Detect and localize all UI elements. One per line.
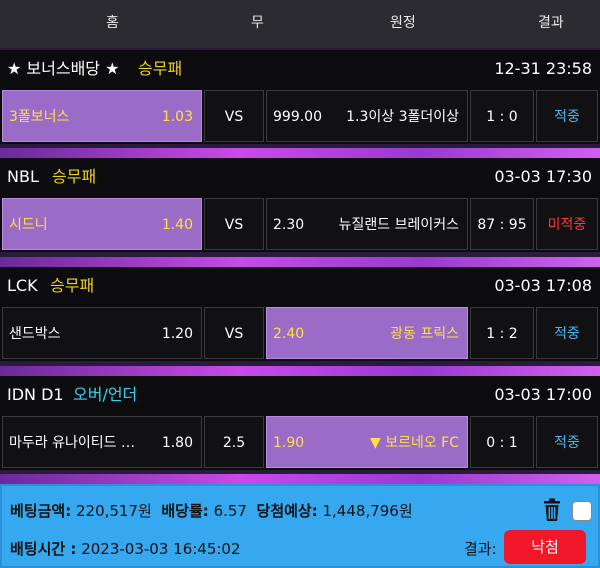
away-odds: 1.90 [273, 435, 305, 451]
bet-header: IDN D1 오버/언더 03-03 17:00 [0, 376, 600, 414]
league-name: NBL [7, 167, 39, 186]
away-team: ▼ 보르네오 FC [369, 435, 459, 451]
bet-row: 샌드박스 1.20 VS 2.40 광동 프릭스 1 : 2 적중 [0, 305, 600, 361]
draw-pick[interactable]: 2.5 [204, 416, 264, 468]
match-time: 03-03 17:00 [494, 385, 592, 404]
divider [0, 474, 600, 484]
trash-icon[interactable] [542, 498, 562, 522]
draw-pick[interactable]: VS [204, 307, 264, 359]
away-odds: 2.30 [273, 217, 305, 233]
expected-payout: 1,448,796원 [322, 502, 413, 520]
home-team: 마두라 유나이티드 … [9, 435, 135, 451]
total-odds: 6.57 [213, 502, 247, 520]
bet-header: NBL 승무패 03-03 17:30 [0, 158, 600, 196]
header-home: 홈 [106, 15, 119, 31]
bet-row: 시드니 1.40 VS 2.30 뉴질랜드 브레이커스 87 : 95 미적중 [0, 196, 600, 252]
bet-amount: 220,517원 [75, 502, 152, 520]
score: 1 : 0 [470, 90, 534, 142]
header-result: 결과 [538, 15, 564, 31]
away-team: 광동 프릭스 [390, 326, 459, 342]
header-away: 원정 [390, 15, 416, 31]
bet-row: 마두라 유나이티드 … 1.80 2.5 1.90 ▼ 보르네오 FC 0 : … [0, 414, 600, 470]
select-checkbox[interactable] [572, 501, 592, 521]
odds-label: 배당률: [161, 502, 209, 520]
score: 87 : 95 [470, 198, 534, 250]
score: 0 : 1 [470, 416, 534, 468]
home-team: 샌드박스 [9, 326, 61, 342]
draw-pick[interactable]: VS [204, 198, 264, 250]
home-team: 시드니 [9, 217, 48, 233]
divider [0, 148, 600, 158]
market-type: 승무패 [138, 59, 183, 78]
bet-header: ★ 보너스배당 ★ 승무패 12-31 23:58 [0, 50, 600, 88]
away-pick[interactable]: 2.40 광동 프릭스 [266, 307, 468, 359]
away-pick[interactable]: 999.00 1.3이상 3폴더이상 [266, 90, 468, 142]
draw-pick[interactable]: VS [204, 90, 264, 142]
home-odds: 1.40 [161, 217, 193, 233]
bet-summary: 베팅금액: 220,517원 배당률: 6.57 당첨예상: 1,448,796… [0, 484, 600, 568]
match-time: 12-31 23:58 [494, 59, 592, 78]
result-badge: 적중 [536, 416, 598, 468]
column-header: 홈 무 원정 결과 [0, 0, 600, 48]
result-badge: 적중 [536, 90, 598, 142]
match-time: 03-03 17:30 [494, 167, 592, 186]
league-name: LCK [7, 276, 38, 295]
divider [0, 257, 600, 267]
home-odds: 1.20 [161, 326, 193, 342]
bet-amount-label: 베팅금액: [10, 502, 72, 520]
home-odds: 1.03 [161, 109, 193, 125]
bet-header: LCK 승무패 03-03 17:08 [0, 267, 600, 305]
market-type: 승무패 [50, 276, 95, 295]
home-pick[interactable]: 마두라 유나이티드 … 1.80 [2, 416, 202, 468]
away-odds: 2.40 [273, 326, 305, 342]
lose-status-button[interactable]: 낙첨 [504, 530, 586, 564]
summary-line: 베팅금액: 220,517원 배당률: 6.57 당첨예상: 1,448,796… [10, 500, 413, 521]
home-pick[interactable]: 3폴보너스 1.03 [2, 90, 202, 142]
score: 1 : 2 [470, 307, 534, 359]
away-odds: 999.00 [273, 109, 322, 125]
expected-label: 당첨예상: [256, 502, 318, 520]
match-time: 03-03 17:08 [494, 276, 592, 295]
divider [0, 366, 600, 376]
header-draw: 무 [251, 15, 264, 31]
market-type: 오버/언더 [73, 385, 138, 404]
away-team: 1.3이상 3폴더이상 [346, 109, 459, 125]
home-pick[interactable]: 샌드박스 1.20 [2, 307, 202, 359]
bet-time: 2023-03-03 16:45:02 [81, 540, 241, 558]
result-badge: 적중 [536, 307, 598, 359]
bet-time-label: 배팅시간 : [10, 540, 77, 558]
away-pick[interactable]: 2.30 뉴질랜드 브레이커스 [266, 198, 468, 250]
home-team: 3폴보너스 [9, 109, 70, 125]
result-label: 결과: [464, 540, 497, 558]
bet-time-line: 배팅시간 : 2023-03-03 16:45:02 [10, 538, 241, 559]
result-badge: 미적중 [536, 198, 598, 250]
league-name: ★ 보너스배당 ★ [7, 59, 120, 78]
home-odds: 1.80 [161, 435, 193, 451]
away-pick[interactable]: 1.90 ▼ 보르네오 FC [266, 416, 468, 468]
bet-row: 3폴보너스 1.03 VS 999.00 1.3이상 3폴더이상 1 : 0 적… [0, 88, 600, 144]
home-pick[interactable]: 시드니 1.40 [2, 198, 202, 250]
away-team: 뉴질랜드 브레이커스 [338, 217, 459, 233]
market-type: 승무패 [52, 167, 97, 186]
league-name: IDN D1 [7, 385, 64, 404]
